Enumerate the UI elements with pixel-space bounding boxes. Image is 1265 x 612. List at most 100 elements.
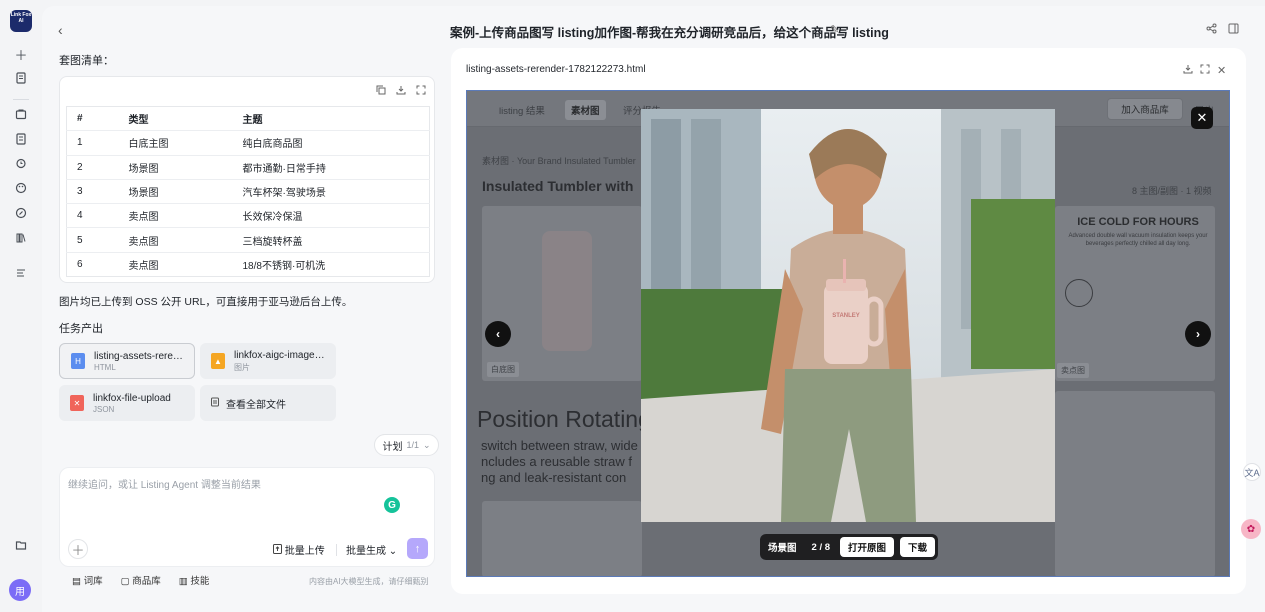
image-set-table: # 类型 主题 1 白底主图 纯白底商品图 2 场景图 都市通勤·日常手持 3 场景图 汽车… [66, 106, 430, 278]
avatar[interactable]: 用 [9, 579, 31, 601]
cell-index: 1 [66, 130, 119, 156]
copy-icon[interactable] [376, 85, 386, 98]
lexicon-link[interactable]: ▤ 词库 [72, 573, 103, 587]
store-icon[interactable] [11, 104, 31, 124]
table-row: 1 白底主图 纯白底商品图 [66, 130, 430, 156]
behind-big-title: Position Rotating [477, 406, 651, 432]
cell-topic: 长效保冷保温 [232, 203, 430, 229]
table-row: 4 卖点图 长效保冷保温 [66, 203, 430, 229]
image-category: 场景图 [768, 543, 797, 554]
behind-tab-listing: listing 结果 [499, 106, 545, 117]
back-arrow-icon[interactable]: ‹ [58, 22, 72, 38]
document-title: 案例-上传商品图写 listing加作图-帮我在充分调研竞品后，给这个商品写 l… [450, 26, 889, 40]
list-icon[interactable] [11, 263, 31, 283]
ai-assistant-icon[interactable]: ✿ [1241, 519, 1261, 539]
cell-type: 卖点图 [128, 260, 159, 272]
next-image-button[interactable]: › [1185, 321, 1211, 347]
plan-count: 1/1 [406, 440, 419, 450]
file-card-html[interactable]: H listing-assets-rerender-1782122273 HTM… [59, 343, 195, 379]
file-card-json[interactable]: ✕ linkfox-file-upload JSON [59, 385, 195, 421]
translate-icon[interactable]: 文A [1243, 463, 1261, 481]
sidebar-toggle-icon[interactable] [1228, 23, 1239, 37]
preview-close-icon[interactable]: ✕ [1217, 64, 1226, 77]
bottom-links: ▤ 词库 ▢ 商品库 ▥ 技能 [72, 573, 209, 587]
set-list-label: 套图清单： [59, 55, 114, 67]
preview-file-title: listing-assets-rerender-1782122273.html [466, 64, 646, 75]
lightbox-close-button[interactable]: ✕ [1191, 107, 1213, 129]
notes-icon[interactable] [11, 68, 31, 88]
cell-type: 卖点图 [118, 203, 233, 229]
plan-pill[interactable]: 计划 1/1 ⌄ [374, 434, 439, 456]
task-output-title: 任务产出 [59, 323, 103, 335]
col-index-header: # [66, 106, 119, 132]
skills-label: 技能 [190, 576, 210, 587]
behind-cold-sub: Advanced double wall vacuum insulation k… [1068, 233, 1208, 247]
document-icon[interactable] [11, 129, 31, 149]
col-type-header: 类型 [118, 106, 233, 132]
image-counter: 2 / 8 [811, 541, 831, 553]
skills-link[interactable]: ▥ 技能 [179, 573, 210, 587]
product-library-link[interactable]: ▢ 商品库 [121, 573, 161, 587]
behind-add-library: 加入商品库 [1107, 98, 1183, 120]
table-header-row: # 类型 主题 [66, 106, 430, 132]
edit-circle-icon[interactable] [11, 203, 31, 223]
lightbox-image: STANLEY [641, 109, 1055, 522]
library-icon[interactable] [11, 228, 31, 248]
chat-input[interactable] [68, 476, 388, 516]
file-card-image[interactable]: ▲ linkfox-aigc-image-generation 图片 [200, 343, 336, 379]
cell-topic: 纯白底商品图 [232, 130, 430, 156]
send-button[interactable]: ↑ [407, 538, 428, 559]
batch-generate-label: 批量生成 [346, 546, 386, 557]
cell-index: 4 [66, 203, 119, 229]
cell-index: 5 [66, 227, 119, 253]
cell-topic: 18/8不锈钢·可机洗 [242, 260, 326, 272]
expand-icon[interactable] [416, 85, 426, 98]
cell-topic: 三档旋转杯盖 [232, 227, 430, 253]
folder-icon[interactable] [11, 535, 31, 555]
preview-fullscreen-icon[interactable] [1200, 64, 1210, 77]
table-toolbar [376, 85, 426, 98]
behind-body-line: ng and leak-resistant con [481, 470, 627, 485]
file-type: 图片 [234, 362, 250, 372]
image-set-card: # 类型 主题 1 白底主图 纯白底商品图 2 场景图 都市通勤·日常手持 3 场景图 汽车… [59, 76, 435, 283]
table-row: 6 卖点图 18/8不锈钢·可机洗 [67, 252, 430, 276]
cup-brand-text: STANLEY [832, 313, 860, 319]
alarm-icon[interactable] [11, 153, 31, 173]
behind-badge-selling: 卖点图 [1057, 363, 1089, 378]
chevron-down-icon: ⌄ [422, 439, 431, 450]
file-type: JSON [93, 404, 115, 414]
plan-label: 计划 [382, 441, 403, 453]
upload-note: 图片均已上传到 OSS 公开 URL，可直接用于亚马逊后台上传。 [59, 296, 353, 308]
open-original-button[interactable]: 打开原图 [840, 537, 895, 557]
upload-file-icon [273, 544, 285, 557]
share-icon[interactable] [1206, 23, 1217, 37]
behind-thumb-bottom-left [482, 501, 642, 576]
batch-generate-dropdown[interactable]: 批量生成 ⌄ [346, 542, 397, 557]
rail-divider [13, 99, 29, 100]
behind-body-line: switch between straw, wide [481, 438, 638, 453]
cell-type: 卖点图 [118, 227, 233, 253]
batch-upload-button[interactable]: 批量上传 [273, 542, 325, 557]
behind-cup-shape [542, 231, 592, 351]
cell-type: 场景图 [118, 155, 233, 180]
batch-upload-label: 批量上传 [284, 546, 325, 557]
behind-heading: Insulated Tumbler with [482, 178, 634, 194]
pencil-icon[interactable]: ✎ [830, 23, 839, 36]
attach-button[interactable]: ＋ [68, 539, 88, 559]
prev-image-button[interactable]: ‹ [485, 321, 511, 347]
json-file-icon: ✕ [70, 395, 84, 411]
cell-index: 2 [66, 155, 119, 180]
file-type: HTML [94, 362, 116, 372]
file-name: linkfox-aigc-image-generation [234, 349, 326, 361]
file-name: linkfox-file-upload [93, 392, 171, 404]
download-image-button[interactable]: 下载 [900, 537, 936, 557]
app-logo[interactable]: Link Fox AI [10, 10, 32, 32]
new-chat-icon[interactable]: ＋ [11, 44, 31, 64]
behind-breadcrumb: 素材图 · Your Brand Insulated Tumbler [482, 156, 636, 166]
view-all-files-button[interactable]: 查看全部文件 [200, 385, 336, 421]
grammarly-icon[interactable]: G [384, 497, 400, 513]
palette-icon[interactable] [11, 178, 31, 198]
download-icon[interactable] [396, 85, 406, 98]
preview-download-icon[interactable] [1183, 64, 1193, 77]
cell-type: 场景图 [118, 179, 233, 205]
